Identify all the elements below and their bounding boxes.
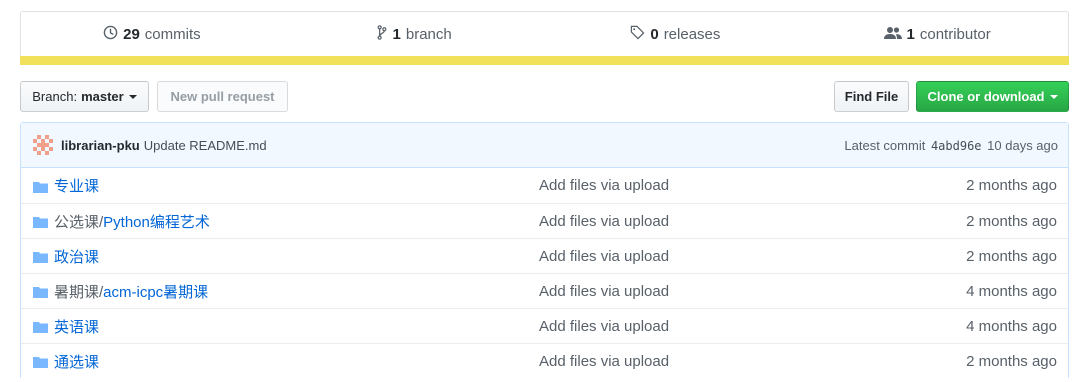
contributors-label: contributor: [919, 26, 991, 43]
commit-sha[interactable]: 4abd96e: [931, 139, 982, 153]
commit-message-link[interactable]: Add files via upload: [539, 248, 966, 265]
repo-summary: 29 commits 1 branch 0 releases 1 contrib…: [20, 11, 1069, 65]
file-name-link[interactable]: 专业课: [54, 175, 539, 196]
contributors-link[interactable]: 1 contributor: [806, 26, 1068, 44]
releases-count: 0: [650, 26, 659, 43]
latest-commit-prefix: Latest commit: [844, 137, 926, 153]
contributors-count: 1: [906, 26, 915, 43]
caret-down-icon: [128, 94, 137, 99]
git-branch-icon: [376, 25, 388, 44]
branch-prefix: Branch:: [32, 89, 78, 104]
branches-count: 1: [392, 26, 401, 43]
commit-age: 4 months ago: [966, 282, 1057, 300]
new-pull-request-button[interactable]: New pull request: [157, 81, 288, 112]
branch-name: master: [81, 89, 124, 104]
commit-age: 2 months ago: [966, 352, 1057, 370]
file-name-link[interactable]: 通选课: [54, 351, 539, 372]
commit-message-link[interactable]: Add files via upload: [539, 318, 966, 335]
branches-link[interactable]: 1 branch: [283, 25, 545, 44]
file-table: librarian-pku Update README.md Latest co…: [20, 122, 1069, 378]
latest-commit-bar: librarian-pku Update README.md Latest co…: [21, 123, 1068, 168]
branch-select-button[interactable]: Branch: master: [20, 81, 149, 112]
commit-author[interactable]: librarian-pku: [61, 138, 140, 153]
commit-age: 10 days ago: [987, 137, 1058, 153]
clone-label: Clone or download: [927, 89, 1045, 104]
tag-icon: [630, 25, 645, 44]
releases-link[interactable]: 0 releases: [545, 25, 807, 44]
branches-label: branch: [405, 26, 452, 43]
folder-icon: [33, 250, 48, 263]
folder-icon: [33, 355, 48, 368]
file-name-link[interactable]: 公选课/Python编程艺术: [54, 211, 539, 232]
latest-commit-info: Latest commit 4abd96e 10 days ago: [844, 138, 1058, 153]
file-name-link[interactable]: 政治课: [54, 246, 539, 267]
releases-label: releases: [663, 26, 721, 43]
people-icon: [883, 26, 902, 44]
commit-age: 2 months ago: [966, 247, 1057, 265]
folder-icon: [33, 285, 48, 298]
table-row: 通选课 Add files via upload 2 months ago: [21, 343, 1068, 378]
caret-down-icon: [1049, 94, 1058, 99]
table-row: 英语课 Add files via upload 4 months ago: [21, 308, 1068, 343]
commits-count: 29: [123, 26, 140, 43]
language-bar[interactable]: [20, 56, 1069, 65]
folder-icon: [33, 215, 48, 228]
commit-message-link[interactable]: Add files via upload: [539, 213, 966, 230]
avatar[interactable]: [33, 135, 53, 155]
file-name-link[interactable]: 英语课: [54, 316, 539, 337]
commits-link[interactable]: 29 commits: [21, 25, 283, 44]
table-row: 政治课 Add files via upload 2 months ago: [21, 238, 1068, 273]
commit-message-link[interactable]: Add files via upload: [539, 353, 966, 370]
commit-age: 4 months ago: [966, 317, 1057, 335]
folder-icon: [33, 320, 48, 333]
history-icon: [103, 25, 118, 44]
table-row: 暑期课/acm-icpc暑期课 Add files via upload 4 m…: [21, 273, 1068, 308]
commit-message-link[interactable]: Add files via upload: [539, 283, 966, 300]
table-row: 专业课 Add files via upload 2 months ago: [21, 168, 1068, 203]
commit-age: 2 months ago: [966, 177, 1057, 194]
table-row: 公选课/Python编程艺术 Add files via upload 2 mo…: [21, 203, 1068, 238]
commit-age: 2 months ago: [966, 212, 1057, 230]
commits-label: commits: [144, 26, 201, 43]
commit-message[interactable]: Update README.md: [144, 138, 267, 153]
commit-message-link[interactable]: Add files via upload: [539, 177, 966, 194]
find-file-button[interactable]: Find File: [834, 81, 909, 112]
clone-or-download-button[interactable]: Clone or download: [916, 81, 1069, 112]
folder-icon: [33, 180, 48, 193]
file-name-link[interactable]: 暑期课/acm-icpc暑期课: [54, 281, 539, 302]
